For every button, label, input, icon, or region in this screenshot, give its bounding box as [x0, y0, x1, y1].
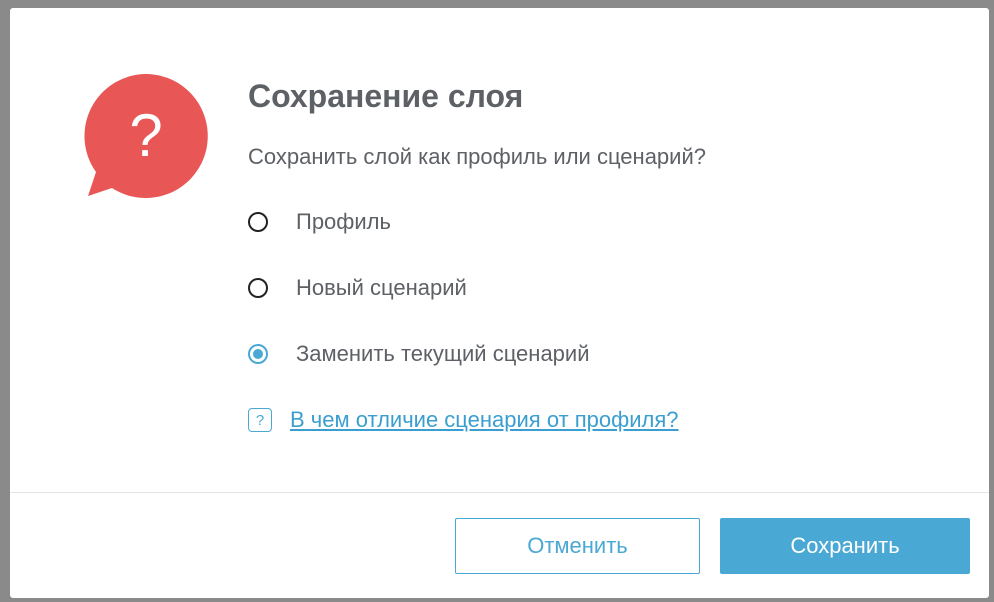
help-icon[interactable]: ?: [248, 408, 272, 432]
save-layer-dialog: ? Сохранение слоя Сохранить слой как про…: [10, 8, 989, 598]
question-mark-glyph: ?: [129, 102, 162, 169]
help-row: ? В чем отличие сценария от профиля?: [248, 405, 679, 435]
radio-profile[interactable]: [248, 212, 268, 232]
radio-replace-scenario[interactable]: [248, 344, 268, 364]
save-button[interactable]: Сохранить: [720, 518, 970, 574]
question-bubble-icon: ?: [84, 74, 208, 198]
option-replace-scenario-label: Заменить текущий сценарий: [296, 341, 590, 366]
option-new-scenario-label: Новый сценарий: [296, 275, 467, 300]
help-link[interactable]: В чем отличие сценария от профиля?: [290, 407, 679, 433]
footer-divider: [10, 492, 989, 493]
dialog-question: Сохранить слой как профиль или сценарий?: [248, 144, 706, 169]
option-profile[interactable]: Профиль: [248, 207, 391, 237]
dialog-title: Сохранение слоя: [248, 78, 524, 114]
option-replace-scenario[interactable]: Заменить текущий сценарий: [248, 339, 590, 369]
option-profile-label: Профиль: [296, 209, 391, 234]
radio-new-scenario[interactable]: [248, 278, 268, 298]
option-new-scenario[interactable]: Новый сценарий: [248, 273, 467, 303]
cancel-button[interactable]: Отменить: [455, 518, 700, 574]
